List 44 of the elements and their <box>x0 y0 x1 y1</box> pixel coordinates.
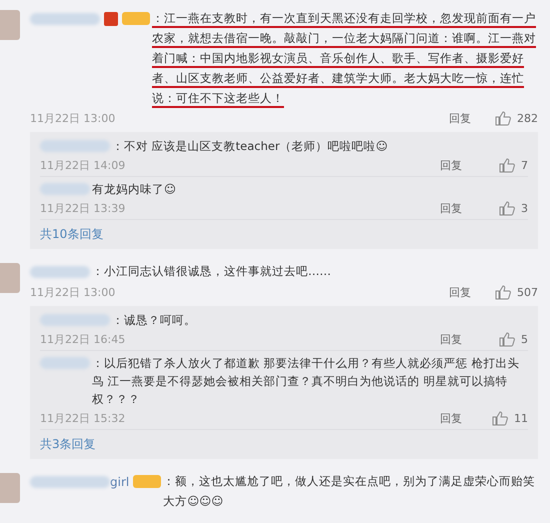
like-count[interactable]: 282 <box>517 112 538 124</box>
reply-text: 有龙妈内味了☺ <box>92 181 177 198</box>
blurred-username[interactable] <box>30 476 110 488</box>
reply-text: ：以后犯错了杀人放火了都道歉 那要法律干什么用？有些人就必须严惩 枪打出头鸟 江一燕要是不得瑟她会被相关部门查？真不明白为他说话的 明星就可以搞特权？？？ <box>92 355 520 408</box>
like-count[interactable]: 11 <box>514 412 528 424</box>
reply-link[interactable]: 回复 <box>440 158 462 172</box>
avatar[interactable] <box>0 263 20 293</box>
reply-link[interactable]: 回复 <box>449 110 471 126</box>
blurred-username[interactable] <box>40 183 90 195</box>
reply-link[interactable]: 回复 <box>440 410 462 426</box>
reply-link[interactable]: 回复 <box>449 284 471 300</box>
more-replies-link[interactable]: 共10条回复 <box>40 220 528 245</box>
blurred-username[interactable] <box>40 314 110 326</box>
blurred-username[interactable] <box>30 266 90 278</box>
avatar[interactable] <box>0 473 20 503</box>
thumbs-up-icon <box>495 110 511 126</box>
comment-text: ：江一燕在支教时，有一次直到天黑还没有走回学校，忽发现前面有一户农家，就想去借宿一晚。敲敲门，一位老大妈隔门问道：谁啊。江一燕对着门喊：中国内地影视女演员、音乐创作人、歌手、写作者、摄影爱好者、山区支教老师、公益爱好者、建筑学大师。老大妈大吃一惊，连忙说：可住不下这老些人！ <box>152 10 537 107</box>
comment-time: 11月22日 16:45 <box>40 332 126 346</box>
comment-time: 11月22日 15:32 <box>40 410 126 426</box>
like-count[interactable]: 3 <box>521 202 528 214</box>
more-replies-link[interactable]: 共3条回复 <box>40 430 528 455</box>
comment-text: ：小江同志认错很诚恳，这件事就过去吧…… <box>92 263 332 280</box>
thumbs-up-icon <box>495 284 511 300</box>
comment-time: 11月22日 13:39 <box>40 200 126 216</box>
reply-text: ：不对 应该是山区支教teacher（老师）吧啦吧啦☺ <box>112 138 389 155</box>
thumbs-up-icon <box>492 410 508 426</box>
reply-text: ：诚恳？呵呵。 <box>112 312 197 329</box>
username[interactable]: girl <box>110 474 130 488</box>
reply-link[interactable]: 回复 <box>440 332 462 346</box>
thumbs-up-icon <box>499 332 515 346</box>
blurred-username[interactable] <box>40 357 90 369</box>
blurred-username[interactable] <box>30 12 100 24</box>
comment-time: 11月22日 13:00 <box>30 110 116 126</box>
reply-link[interactable]: 回复 <box>440 200 462 216</box>
comment-time: 11月22日 14:09 <box>40 158 126 172</box>
thumbs-up-icon <box>499 200 515 216</box>
like-count[interactable]: 5 <box>521 332 528 346</box>
comment-time: 11月22日 13:00 <box>30 284 116 300</box>
blurred-username[interactable] <box>40 140 110 152</box>
comment-text: ：额，这也太尴尬了吧，做人还是实在点吧，别为了满足虚荣心而贻笑大方☺☺☺ <box>163 473 536 510</box>
like-count[interactable]: 7 <box>521 158 528 172</box>
avatar[interactable] <box>0 10 20 40</box>
like-count[interactable]: 507 <box>517 286 538 298</box>
thumbs-up-icon <box>499 158 515 172</box>
